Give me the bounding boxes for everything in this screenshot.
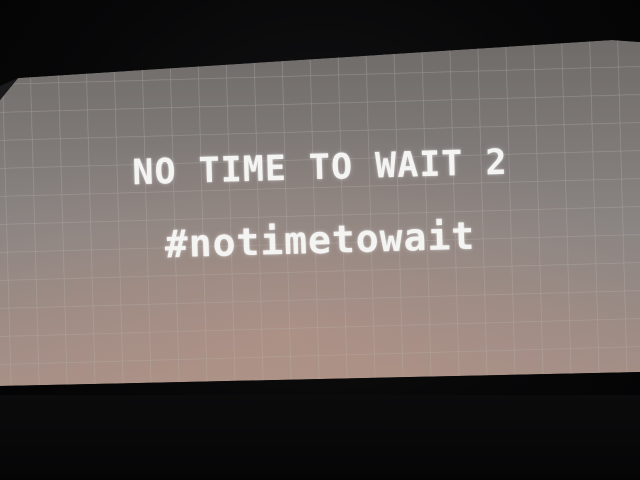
screen-grid	[0, 40, 640, 386]
dark-foreground	[0, 395, 640, 480]
theater-scene: NO TIME TO WAIT 2 #notimetowait	[0, 0, 640, 480]
